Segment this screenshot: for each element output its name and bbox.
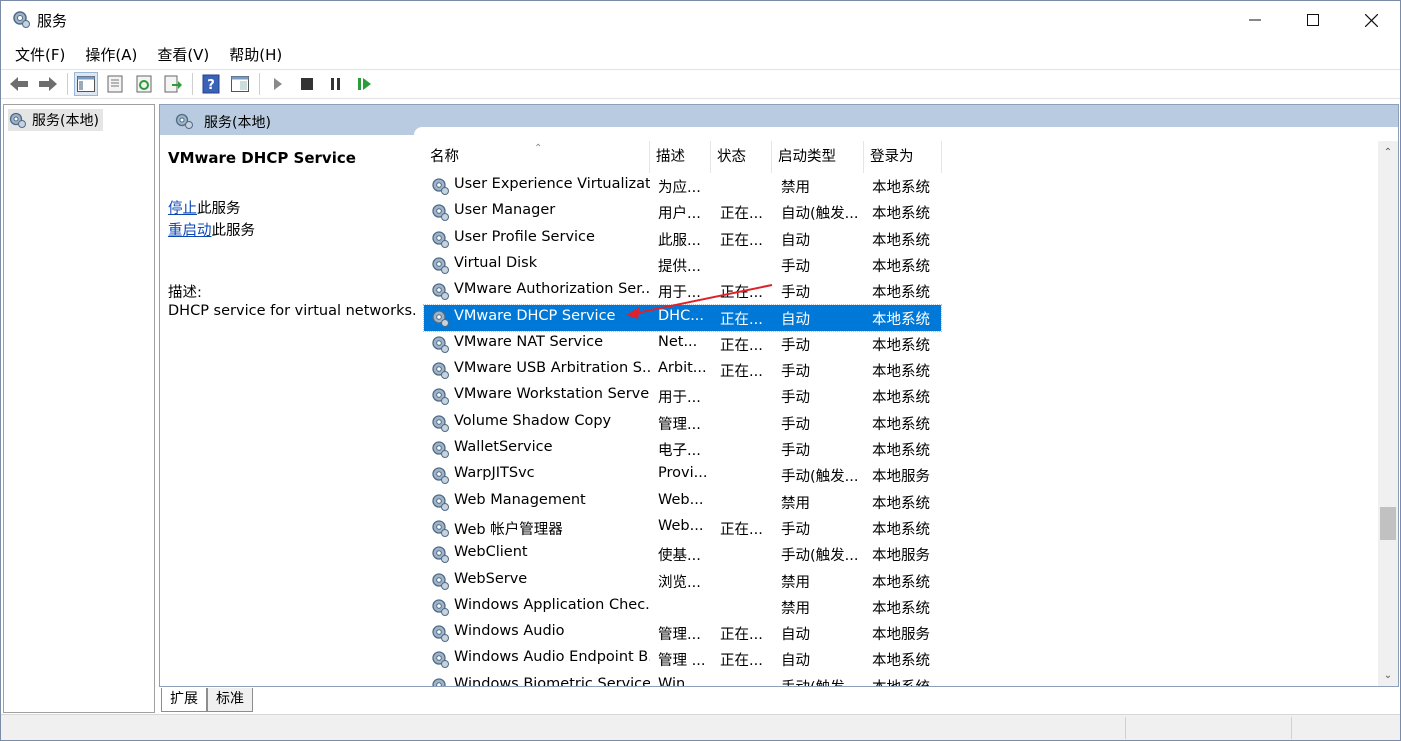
toolbar-separator [192, 73, 193, 95]
window-title: 服务 [37, 12, 68, 30]
services-pane: 服务(本地) VMware DHCP Service 停止此服务 重启动此服务 … [159, 104, 1399, 687]
services-gear-icon [9, 112, 26, 128]
stop-service-button[interactable] [295, 72, 319, 96]
view-tabs: 扩展 标准 [159, 688, 359, 712]
menu-help[interactable]: 帮助(H) [221, 41, 290, 67]
view-pane-button[interactable] [228, 72, 252, 96]
menu-bar: 文件(F) 操作(A) 查看(V) 帮助(H) [1, 41, 1400, 67]
properties-button[interactable] [103, 72, 127, 96]
services-window: 服务 文件(F) 操作(A) 查看(V) 帮助(H) ? 服务(本地) 服务(本… [0, 0, 1401, 741]
export-list-button[interactable] [161, 72, 185, 96]
menu-view[interactable]: 查看(V) [149, 41, 217, 67]
scroll-up-button[interactable]: ⌃ [1378, 141, 1398, 163]
stop-service-icon [301, 78, 313, 90]
start-service-button[interactable] [266, 72, 290, 96]
maximize-icon [1307, 14, 1319, 26]
refresh-icon [136, 75, 152, 93]
menu-action[interactable]: 操作(A) [77, 41, 145, 67]
title-bar[interactable]: 服务 [1, 1, 1400, 39]
chevron-down-icon: ⌄ [1383, 669, 1393, 681]
svg-text:?: ? [207, 78, 215, 93]
maximize-button[interactable] [1284, 1, 1342, 39]
console-tree-icon [77, 76, 95, 92]
restart-service-button[interactable] [353, 72, 377, 96]
back-button[interactable] [7, 72, 31, 96]
pause-service-button[interactable] [324, 72, 348, 96]
vertical-scrollbar[interactable]: ⌃ ⌄ [1378, 141, 1398, 686]
minimize-icon [1249, 19, 1261, 21]
forward-arrow-icon [39, 77, 57, 91]
scroll-down-button[interactable]: ⌄ [1378, 664, 1398, 686]
help-icon: ? [202, 74, 220, 94]
status-bar-separator [1291, 717, 1292, 739]
close-icon [1364, 13, 1378, 27]
console-tree: 服务(本地) [3, 104, 155, 713]
tab-extended[interactable]: 扩展 [161, 688, 207, 712]
tree-item-label: 服务(本地) [32, 113, 99, 129]
show-hide-console-tree-button[interactable] [74, 72, 98, 96]
toolbar-separator [67, 73, 68, 95]
toolbar-separator [259, 73, 260, 95]
forward-button[interactable] [36, 72, 60, 96]
help-button[interactable]: ? [199, 72, 223, 96]
close-button[interactable] [1342, 1, 1400, 39]
refresh-button[interactable] [132, 72, 156, 96]
pause-service-icon [331, 78, 340, 90]
properties-icon [107, 75, 123, 93]
status-bar [1, 714, 1400, 740]
annotation-arrow [626, 284, 773, 319]
start-service-icon [274, 78, 282, 90]
services-gear-icon [13, 11, 30, 28]
scrollbar-thumb[interactable] [1380, 507, 1396, 540]
export-list-icon [164, 75, 182, 93]
menu-file[interactable]: 文件(F) [7, 41, 73, 67]
tree-item-local-services[interactable]: 服务(本地) [8, 109, 103, 131]
status-bar-separator [1125, 717, 1126, 739]
view-pane-icon [231, 76, 249, 92]
minimize-button[interactable] [1226, 1, 1284, 39]
toolbar: ? [1, 69, 1400, 99]
chevron-up-icon: ⌃ [1383, 146, 1393, 158]
restart-service-icon [358, 78, 371, 90]
tab-standard[interactable]: 标准 [207, 688, 253, 712]
back-arrow-icon [10, 77, 28, 91]
